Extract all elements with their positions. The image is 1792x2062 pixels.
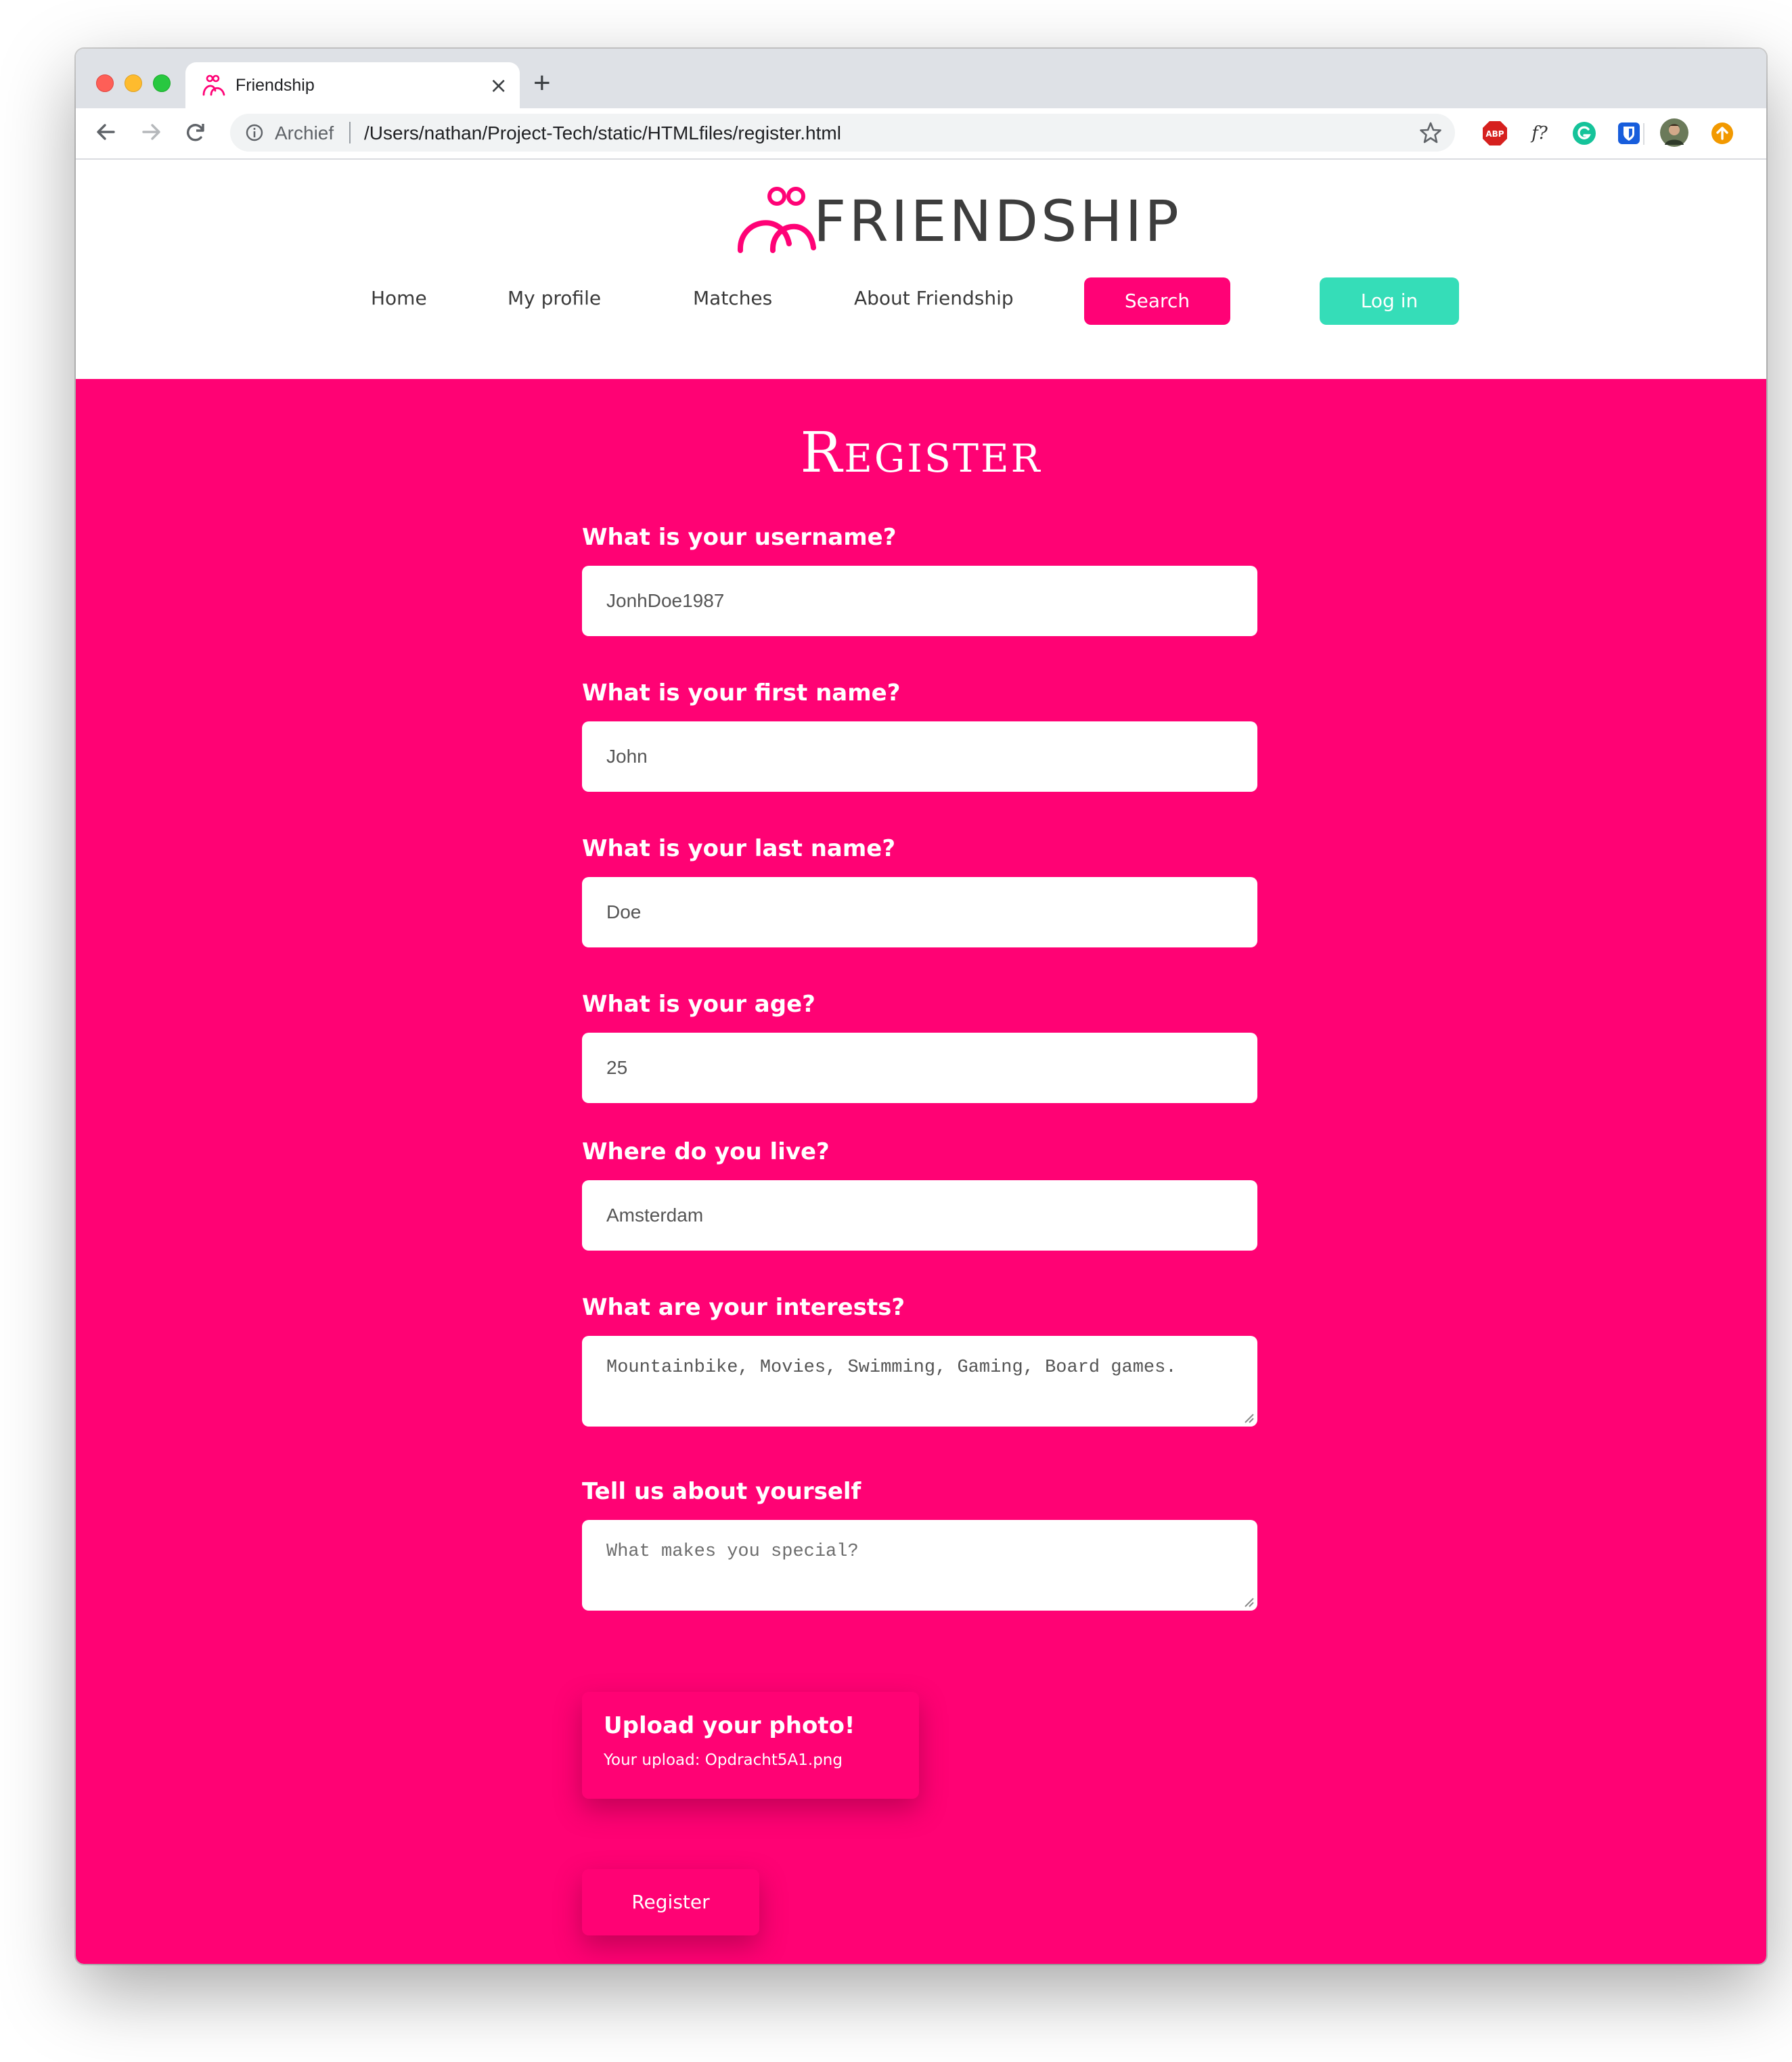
about-label: Tell us about yourself xyxy=(582,1478,861,1505)
bitwarden-icon[interactable] xyxy=(1616,120,1642,146)
svg-text:ABP: ABP xyxy=(1485,129,1504,139)
interests-textarea[interactable]: Mountainbike, Movies, Swimming, Gaming, … xyxy=(582,1336,1257,1427)
bookmark-star-icon[interactable] xyxy=(1418,120,1443,145)
first-name-input[interactable]: John xyxy=(582,721,1257,792)
update-icon[interactable] xyxy=(1709,120,1735,146)
url-text[interactable]: /Users/nathan/Project-Tech/static/HTMLfi… xyxy=(364,122,841,144)
username-input[interactable]: JonhDoe1987 xyxy=(582,566,1257,636)
browser-toolbar: Archief /Users/nathan/Project-Tech/stati… xyxy=(76,108,1766,160)
resize-grip-icon[interactable] xyxy=(1241,1410,1255,1424)
toolbar-divider xyxy=(1643,123,1644,145)
interests-label: What are your interests? xyxy=(582,1294,905,1321)
svg-text:f?: f? xyxy=(1530,123,1548,143)
about-placeholder: What makes you special? xyxy=(606,1542,859,1562)
reload-icon[interactable] xyxy=(179,115,212,149)
new-tab-button[interactable]: + xyxy=(533,66,551,100)
site-logo-text[interactable]: FRIENDSHIP xyxy=(813,188,1182,254)
age-input[interactable]: 25 xyxy=(582,1033,1257,1103)
age-label: What is your age? xyxy=(582,991,815,1018)
minimize-window-button[interactable] xyxy=(125,74,142,92)
back-arrow-icon[interactable] xyxy=(89,115,123,149)
nav-search-button[interactable]: Search xyxy=(1084,277,1230,325)
maximize-window-button[interactable] xyxy=(153,74,171,92)
username-label: What is your username? xyxy=(582,524,897,551)
nav-matches[interactable]: Matches xyxy=(693,287,772,309)
profile-avatar-icon[interactable] xyxy=(1659,118,1689,148)
tab-close-icon[interactable]: × xyxy=(489,70,508,100)
friendship-favicon-icon xyxy=(202,74,225,96)
resize-grip-icon[interactable] xyxy=(1241,1594,1255,1608)
page-title: Register xyxy=(800,421,1042,485)
omnibox-origin-label: Archief xyxy=(275,122,334,143)
nav-my-profile[interactable]: My profile xyxy=(508,287,601,309)
forward-arrow-icon[interactable] xyxy=(134,115,168,149)
close-window-button[interactable] xyxy=(96,74,114,92)
address-bar[interactable]: Archief /Users/nathan/Project-Tech/stati… xyxy=(230,114,1455,152)
register-button[interactable]: Register xyxy=(582,1869,759,1935)
browser-window: Friendship × + Archief /Users/nathan/Pro… xyxy=(76,49,1766,1964)
upload-photo-button[interactable]: Upload your photo! Your upload: Opdracht… xyxy=(582,1692,919,1799)
site-header: FRIENDSHIP Home My profile Matches About… xyxy=(76,160,1766,379)
city-label: Where do you live? xyxy=(582,1138,830,1165)
last-name-input[interactable]: Doe xyxy=(582,877,1257,947)
upload-filename: Your upload: Opdracht5A1.png xyxy=(604,1751,843,1769)
register-section: Register What is your username? JonhDoe1… xyxy=(76,379,1766,1964)
upload-title: Upload your photo! xyxy=(604,1712,855,1739)
browser-tab[interactable]: Friendship × xyxy=(185,62,520,110)
nav-login-button[interactable]: Log in xyxy=(1320,277,1459,325)
tab-title: Friendship xyxy=(236,76,315,95)
grammarly-icon[interactable] xyxy=(1571,120,1597,146)
nav-about[interactable]: About Friendship xyxy=(854,287,1014,309)
adblock-plus-icon[interactable]: ABP xyxy=(1482,120,1508,146)
nav-home[interactable]: Home xyxy=(371,287,427,309)
interests-text: Mountainbike, Movies, Swimming, Gaming, … xyxy=(606,1358,1177,1378)
info-icon[interactable] xyxy=(245,123,264,142)
tab-strip: Friendship × + xyxy=(76,49,1766,110)
omnibox-divider xyxy=(349,122,351,143)
page-content: FRIENDSHIP Home My profile Matches About… xyxy=(76,160,1766,1964)
whatfont-icon[interactable]: f? xyxy=(1527,120,1552,146)
about-textarea[interactable]: What makes you special? xyxy=(582,1520,1257,1611)
city-input[interactable]: Amsterdam xyxy=(582,1180,1257,1251)
last-name-label: What is your last name? xyxy=(582,835,896,862)
first-name-label: What is your first name? xyxy=(582,679,901,707)
